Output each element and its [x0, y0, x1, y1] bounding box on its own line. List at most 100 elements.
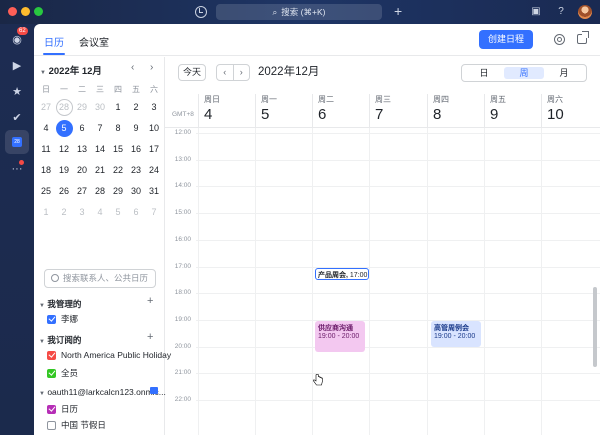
- mini-day[interactable]: 13: [73, 141, 91, 158]
- add-subscription-icon[interactable]: +: [147, 331, 153, 343]
- open-window-icon[interactable]: [577, 31, 589, 44]
- mini-day[interactable]: 20: [73, 162, 91, 179]
- calendar-item-all-staff[interactable]: 全员: [47, 367, 78, 379]
- calendar-search-input[interactable]: 搜索联系人、公共日历: [44, 269, 156, 288]
- add-calendar-icon[interactable]: +: [147, 295, 153, 307]
- view-day[interactable]: 日: [464, 67, 504, 79]
- mini-day[interactable]: 11: [37, 141, 55, 158]
- checkbox[interactable]: [47, 368, 56, 378]
- day-header[interactable]: 周六 10: [541, 94, 564, 128]
- mini-day[interactable]: 8: [109, 120, 127, 137]
- day-header[interactable]: 周三 7: [369, 94, 391, 128]
- mini-day[interactable]: 30: [91, 99, 109, 116]
- mini-day[interactable]: 23: [127, 162, 145, 179]
- prev-week-button[interactable]: ‹: [217, 65, 234, 80]
- calendar-item-china-holiday[interactable]: 中国 节假日: [47, 419, 106, 431]
- calendar-item-lina[interactable]: 李娜: [47, 313, 78, 325]
- mini-day[interactable]: 6: [73, 120, 91, 137]
- hour-label: 16:00: [174, 235, 191, 243]
- vertical-scrollbar[interactable]: [593, 287, 597, 367]
- settings-icon[interactable]: [554, 34, 565, 45]
- view-week[interactable]: 周: [504, 67, 544, 79]
- close-window-button[interactable]: [8, 7, 17, 16]
- global-search[interactable]: ⌕ 搜索 (⌘+K): [216, 4, 382, 20]
- event-supplier-sync[interactable]: 供应商沟通 19:00 - 20:00: [315, 321, 365, 352]
- checkbox[interactable]: [47, 404, 56, 414]
- mini-day[interactable]: 18: [37, 162, 55, 179]
- mini-day[interactable]: 1: [109, 99, 127, 116]
- day-header[interactable]: 周四 8: [427, 94, 449, 128]
- mini-day[interactable]: 15: [109, 141, 127, 158]
- mini-day[interactable]: 25: [37, 183, 55, 200]
- view-month[interactable]: 月: [544, 67, 584, 79]
- day-header[interactable]: 周一 5: [255, 94, 277, 128]
- create-event-button[interactable]: 创建日程: [479, 30, 533, 49]
- checkbox[interactable]: [47, 314, 56, 324]
- mini-calendar-title: 2022年 12月: [48, 66, 102, 77]
- mini-day[interactable]: 29: [73, 99, 91, 116]
- mini-day[interactable]: 4: [37, 120, 55, 137]
- mini-day[interactable]: 27: [37, 99, 55, 116]
- checkbox[interactable]: [47, 350, 56, 360]
- mini-day[interactable]: 2: [55, 204, 73, 221]
- mini-day[interactable]: 26: [55, 183, 73, 200]
- minimize-window-button[interactable]: [21, 7, 30, 16]
- mini-day[interactable]: 1: [37, 204, 55, 221]
- mini-day[interactable]: 27: [73, 183, 91, 200]
- calendar-item-na-holiday[interactable]: North America Public Holiday: [47, 350, 171, 360]
- mini-day[interactable]: 28: [55, 99, 73, 116]
- screen-record-icon[interactable]: ▣: [530, 6, 542, 18]
- zoom-window-button[interactable]: [34, 7, 43, 16]
- account-header[interactable]: ▼ oauth11@larkcalcn123.onmic...: [39, 387, 166, 397]
- tab-calendar[interactable]: 日历: [44, 34, 64, 49]
- mini-day[interactable]: 31: [145, 183, 163, 200]
- mini-calendar-header[interactable]: ▼ 2022年 12月: [40, 63, 102, 77]
- mini-day[interactable]: 2: [127, 99, 145, 116]
- mini-day[interactable]: 24: [145, 162, 163, 179]
- mini-day[interactable]: 7: [145, 204, 163, 221]
- mini-day[interactable]: 3: [73, 204, 91, 221]
- mini-day[interactable]: 30: [127, 183, 145, 200]
- mini-day[interactable]: 16: [127, 141, 145, 158]
- time-grid[interactable]: 12:00 13:00 14:00 15:00 16:00 17:00 18:00 19:00…: [165, 128, 600, 435]
- event-product-weekly[interactable]: 产品周会, 17:00: [315, 268, 369, 280]
- subscribed-header[interactable]: ▼ 我订阅的: [39, 334, 81, 346]
- mini-day[interactable]: 17: [145, 141, 163, 158]
- today-button[interactable]: 今天: [178, 64, 206, 81]
- new-tab-icon[interactable]: +: [394, 3, 402, 19]
- tab-meeting-room[interactable]: 会议室: [79, 34, 109, 49]
- star-icon[interactable]: ★: [8, 82, 26, 100]
- mini-day[interactable]: 5: [55, 120, 73, 137]
- mini-day[interactable]: 12: [55, 141, 73, 158]
- next-week-button[interactable]: ›: [234, 65, 250, 80]
- calendar-icon[interactable]: 28: [5, 130, 29, 154]
- mini-prev-month-icon[interactable]: ‹: [131, 62, 134, 73]
- hour-line: [196, 213, 600, 215]
- mini-day[interactable]: 3: [145, 99, 163, 116]
- mini-day[interactable]: 4: [91, 204, 109, 221]
- day-header[interactable]: 周五 9: [484, 94, 506, 128]
- mini-day[interactable]: 21: [91, 162, 109, 179]
- mini-day[interactable]: 19: [55, 162, 73, 179]
- mini-day[interactable]: 22: [109, 162, 127, 179]
- mini-day[interactable]: 9: [127, 120, 145, 137]
- mini-next-month-icon[interactable]: ›: [150, 62, 153, 73]
- mini-day[interactable]: 7: [91, 120, 109, 137]
- check-icon[interactable]: ✔: [8, 108, 26, 126]
- day-header[interactable]: 周日 4: [198, 94, 220, 128]
- mini-day[interactable]: 14: [91, 141, 109, 158]
- avatar[interactable]: [578, 5, 592, 19]
- video-icon[interactable]: ▶: [8, 56, 26, 74]
- checkbox[interactable]: [47, 420, 56, 430]
- event-executive-weekly[interactable]: 高管周例会 19:00 - 20:00: [431, 321, 481, 347]
- mini-day[interactable]: 5: [109, 204, 127, 221]
- mini-day[interactable]: 28: [91, 183, 109, 200]
- help-icon[interactable]: ?: [555, 6, 567, 18]
- history-icon[interactable]: [195, 6, 207, 18]
- my-calendars-header[interactable]: ▼ 我管理的: [39, 298, 81, 310]
- mini-day[interactable]: 29: [109, 183, 127, 200]
- mini-day[interactable]: 10: [145, 120, 163, 137]
- day-header[interactable]: 周二 6: [312, 94, 334, 128]
- calendar-item-rili[interactable]: 日历: [47, 403, 78, 415]
- mini-day[interactable]: 6: [127, 204, 145, 221]
